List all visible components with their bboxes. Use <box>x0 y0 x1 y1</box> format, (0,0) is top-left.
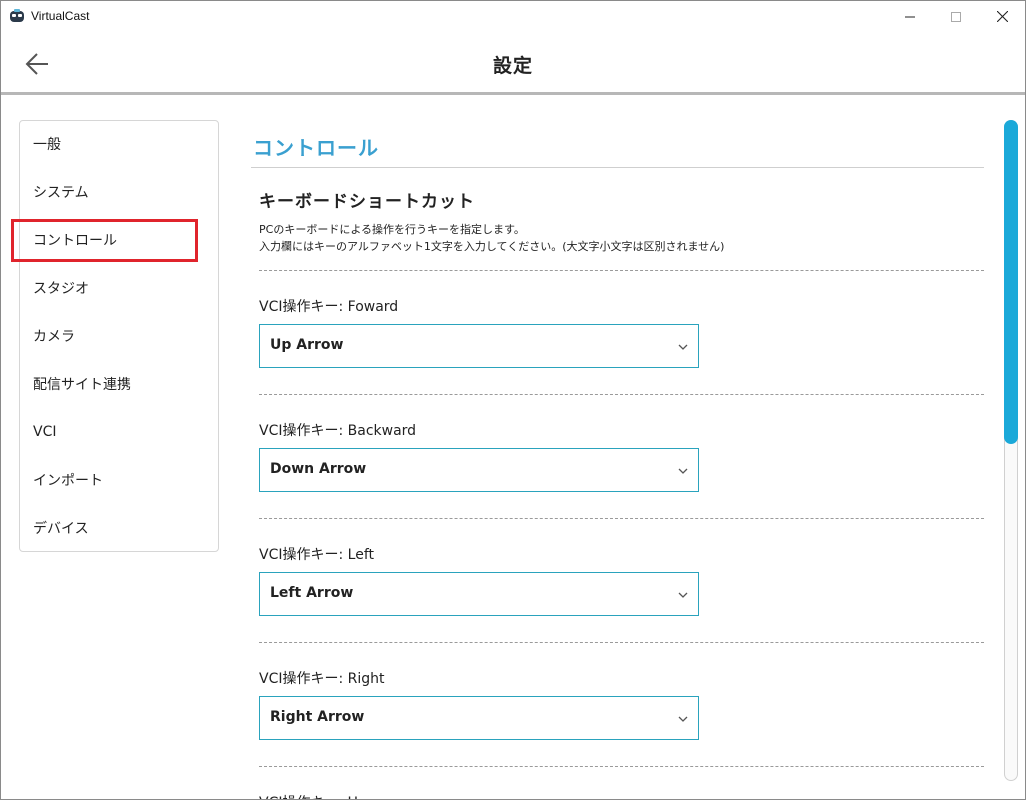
description-line: 入力欄にはキーのアルファベット1文字を入力してください。(大文字小文字は区別され… <box>259 240 725 253</box>
sidebar-item-studio[interactable]: スタジオ <box>20 268 218 308</box>
field-label: VCI操作キー: Right <box>259 671 385 687</box>
sidebar-item-system[interactable]: システム <box>20 172 218 212</box>
key-select-backward[interactable]: Down Arrow <box>259 448 699 492</box>
sidebar-item-device[interactable]: デバイス <box>20 508 218 548</box>
sidebar-item-label: カメラ <box>33 329 75 345</box>
key-select-forward[interactable]: Up Arrow <box>259 324 699 368</box>
section-title: コントロール <box>253 136 379 160</box>
key-select-left[interactable]: Left Arrow <box>259 572 699 616</box>
page-header: 設定 <box>1 32 1025 94</box>
settings-sidebar: 一般 システム コントロール スタジオ カメラ 配信サイト連携 VCI インポー… <box>19 120 219 552</box>
chevron-down-icon <box>678 468 688 474</box>
field-label: VCI操作キー: Up <box>259 792 367 799</box>
field-label: VCI操作キー: Backward <box>259 423 417 439</box>
sidebar-item-label: インポート <box>33 473 103 489</box>
close-button[interactable] <box>979 1 1025 32</box>
minimize-icon <box>905 16 915 17</box>
section-divider <box>251 167 984 168</box>
settings-content: コントロール キーボードショートカット PCのキーボードによる操作を行うキーを指… <box>251 121 985 799</box>
sidebar-item-label: スタジオ <box>33 281 89 297</box>
app-window: VirtualCast 設定 一般 システム コントロール スタジオ カメラ 配… <box>0 0 1026 800</box>
header-divider <box>1 92 1025 95</box>
sidebar-item-vci[interactable]: VCI <box>20 412 218 452</box>
sidebar-item-label: システム <box>33 185 89 201</box>
title-bar: VirtualCast <box>1 1 1025 32</box>
maximize-icon <box>951 11 961 22</box>
sidebar-item-label: デバイス <box>33 521 89 537</box>
field-label: VCI操作キー: Foward <box>259 299 399 315</box>
field-label: VCI操作キー: Left <box>259 547 374 563</box>
sidebar-item-label: 一般 <box>33 137 61 153</box>
maximize-button[interactable] <box>933 1 979 32</box>
dotted-divider <box>259 270 984 271</box>
select-value: Down Arrow <box>270 461 367 477</box>
sidebar-item-streaming[interactable]: 配信サイト連携 <box>20 364 218 404</box>
dotted-divider <box>259 642 984 643</box>
sidebar-item-control[interactable]: コントロール <box>20 220 218 260</box>
sidebar-item-label: VCI <box>33 424 57 440</box>
key-select-right[interactable]: Right Arrow <box>259 696 699 740</box>
minimize-button[interactable] <box>887 1 933 32</box>
dotted-divider <box>259 766 984 767</box>
dotted-divider <box>259 518 984 519</box>
select-value: Up Arrow <box>270 337 344 353</box>
page-title: 設定 <box>492 55 533 77</box>
description-line: PCのキーボードによる操作を行うキーを指定します。 <box>259 223 525 236</box>
sidebar-item-camera[interactable]: カメラ <box>20 316 218 356</box>
sidebar-item-label: コントロール <box>33 233 117 249</box>
sidebar-item-label: 配信サイト連携 <box>33 377 131 393</box>
app-title: VirtualCast <box>31 9 90 23</box>
select-value: Right Arrow <box>270 709 365 725</box>
subsection-title: キーボードショートカット <box>259 192 475 212</box>
close-icon <box>996 11 1008 22</box>
app-logo-icon <box>9 8 25 24</box>
chevron-down-icon <box>678 344 688 350</box>
chevron-down-icon <box>678 592 688 598</box>
chevron-down-icon <box>678 716 688 722</box>
sidebar-item-import[interactable]: インポート <box>20 460 218 500</box>
scrollbar-thumb[interactable] <box>1004 120 1018 444</box>
sidebar-item-general[interactable]: 一般 <box>20 124 218 164</box>
dotted-divider <box>259 394 984 395</box>
select-value: Left Arrow <box>270 585 354 601</box>
